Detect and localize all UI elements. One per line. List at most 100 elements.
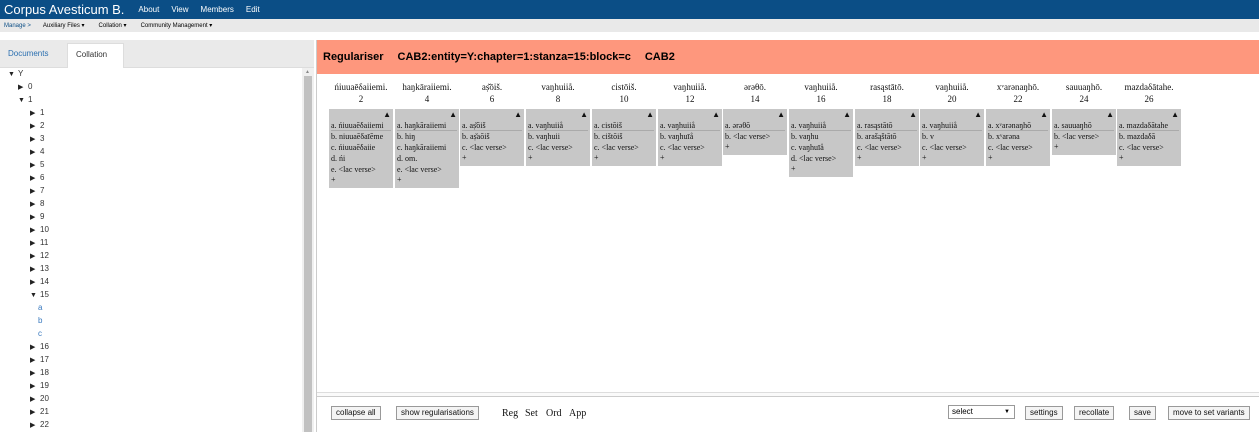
tree-node-label[interactable]: 11	[40, 238, 48, 247]
tree-node-label[interactable]: 2	[40, 121, 44, 130]
nav-members[interactable]: Members	[195, 5, 240, 14]
tree-scrollbar[interactable]: ▲	[302, 68, 314, 432]
link-app[interactable]: App	[569, 408, 586, 419]
add-reading-icon[interactable]: +	[594, 153, 654, 163]
menu-collation[interactable]: Collation ▾	[92, 22, 134, 29]
triangle-up-icon[interactable]: ▲	[660, 110, 720, 120]
reading-box[interactable]: ▲ a. vaŋhuiiå b. v c. <lac verse> +	[920, 109, 984, 166]
tree-chapter-15[interactable]: ▼ 15	[30, 288, 49, 301]
reading-item[interactable]: b. xᵛarəna	[988, 131, 1048, 142]
reading-box[interactable]: ▲ a. aṣ̌ōiš b. aṣ̌aōiš c. <lac verse> +	[460, 109, 524, 166]
caret-right-icon[interactable]: ▶	[30, 419, 40, 432]
tree-node-label[interactable]: 19	[40, 381, 49, 390]
tree-chapter-16[interactable]: ▶ 16	[30, 340, 49, 353]
tree-node-label[interactable]: c	[38, 329, 42, 338]
reading-item[interactable]: c. <lac verse>	[594, 142, 654, 153]
link-ord[interactable]: Ord	[546, 408, 562, 419]
scroll-up-icon[interactable]: ▲	[305, 69, 310, 75]
reading-item[interactable]: d. <lac verse>	[791, 153, 851, 164]
reading-box[interactable]: ▲ a. cistōiš b. cištōiš c. <lac verse> +	[592, 109, 656, 166]
reading-item[interactable]: c. ńiuuaēδaiie	[331, 142, 391, 153]
reading-item[interactable]: b. vaŋhu	[791, 131, 851, 142]
tree-chapter-7[interactable]: ▶ 7	[30, 184, 44, 197]
menu-community-management[interactable]: Community Management ▾	[134, 22, 220, 29]
triangle-up-icon[interactable]: ▲	[988, 110, 1048, 120]
reading-item[interactable]: e. <lac verse>	[331, 164, 391, 175]
reading-item[interactable]: b. cištōiš	[594, 131, 654, 142]
reading-item[interactable]: a. cistōiš	[594, 120, 654, 131]
reading-item[interactable]: b. v	[922, 131, 982, 142]
triangle-up-icon[interactable]: ▲	[725, 110, 785, 120]
nav-about[interactable]: About	[132, 5, 165, 14]
reading-item[interactable]: b. vaŋhuīå	[660, 131, 720, 142]
reading-item[interactable]: a. haŋkāraiiemi	[397, 120, 457, 131]
tree-node-label[interactable]: 12	[40, 251, 49, 260]
add-reading-icon[interactable]: +	[528, 153, 588, 163]
manage-breadcrumb[interactable]: Manage >	[0, 23, 36, 29]
tree-chapter-12[interactable]: ▶ 12	[30, 249, 49, 262]
reading-item[interactable]: a. vaŋhuiiå	[528, 120, 588, 131]
tree-chapter-10[interactable]: ▶ 10	[30, 223, 49, 236]
nav-view[interactable]: View	[165, 5, 194, 14]
reading-item[interactable]: a. sauuaŋhō	[1054, 120, 1114, 131]
reading-item[interactable]: d. om.	[397, 153, 457, 164]
tree-chapter-9[interactable]: ▶ 9	[30, 210, 44, 223]
tree-node-0[interactable]: ▶ 0	[18, 80, 32, 93]
reading-item[interactable]: a. vaŋhuiiå	[660, 120, 720, 131]
tree-node-label[interactable]: 22	[40, 420, 49, 429]
reading-item[interactable]: b. vaŋhuii	[528, 131, 588, 142]
reading-item[interactable]: c. <lac verse>	[1119, 142, 1179, 153]
nav-edit[interactable]: Edit	[240, 5, 266, 14]
tree-chapter-14[interactable]: ▶ 14	[30, 275, 49, 288]
tree-chapter-2[interactable]: ▶ 2	[30, 119, 44, 132]
tree-node-label[interactable]: 1	[40, 108, 44, 117]
add-reading-icon[interactable]: +	[397, 175, 457, 185]
reading-item[interactable]: c. <lac verse>	[462, 142, 522, 153]
link-reg[interactable]: Reg	[502, 408, 518, 419]
reading-item[interactable]: b. arašąštātō	[857, 131, 917, 142]
reading-item[interactable]: b. <lac verse>	[725, 131, 785, 142]
add-reading-icon[interactable]: +	[725, 142, 785, 152]
save-button[interactable]: save	[1129, 406, 1156, 420]
triangle-up-icon[interactable]: ▲	[857, 110, 917, 120]
reading-item[interactable]: c. haŋkāraiiemi	[397, 142, 457, 153]
reading-item[interactable]: b. aṣ̌aōiš	[462, 131, 522, 142]
reading-item[interactable]: a. aṣ̌ōiš	[462, 120, 522, 131]
tree-node-label[interactable]: b	[38, 316, 42, 325]
tree-chapter-19[interactable]: ▶ 19	[30, 379, 49, 392]
tree-chapter-4[interactable]: ▶ 4	[30, 145, 44, 158]
reading-box[interactable]: ▲ a. vaŋhuiiå b. vaŋhu c. vaŋhuīå d. <lac ve…	[789, 109, 853, 177]
reading-item[interactable]: a. mazdaδātahe	[1119, 120, 1179, 131]
triangle-up-icon[interactable]: ▲	[528, 110, 588, 120]
tree-chapter-13[interactable]: ▶ 13	[30, 262, 49, 275]
triangle-up-icon[interactable]: ▲	[1054, 110, 1114, 120]
tree-node-label[interactable]: 1	[28, 95, 32, 104]
recollate-button[interactable]: recollate	[1074, 406, 1115, 420]
tree-chapter-6[interactable]: ▶ 6	[30, 171, 44, 184]
reading-item[interactable]: b. mazdaδā	[1119, 131, 1179, 142]
brand-link[interactable]: Corpus Avesticum B.	[0, 0, 133, 19]
add-reading-icon[interactable]: +	[922, 153, 982, 163]
triangle-up-icon[interactable]: ▲	[594, 110, 654, 120]
add-reading-icon[interactable]: +	[660, 153, 720, 163]
reading-item[interactable]: a. ńiuuaēδaiiemi	[331, 120, 391, 131]
reading-box[interactable]: ▲ a. vaŋhuiiå b. vaŋhuīå c. <lac verse> +	[658, 109, 722, 166]
link-set[interactable]: Set	[525, 408, 538, 419]
menu-auxiliary-files[interactable]: Auxiliary Files ▾	[36, 22, 92, 29]
tree-node-label[interactable]: 17	[40, 355, 49, 364]
reading-item[interactable]: c. <lac verse>	[922, 142, 982, 153]
tree-node-label[interactable]: 15	[40, 290, 49, 299]
add-reading-icon[interactable]: +	[988, 153, 1048, 163]
reading-item[interactable]: c. <lac verse>	[988, 142, 1048, 153]
reading-item[interactable]: d. ńi	[331, 153, 391, 164]
reading-box[interactable]: ▲ a. sauuaŋhō b. <lac verse> +	[1052, 109, 1116, 155]
scrollbar-thumb[interactable]	[304, 76, 312, 432]
move-to-set-variants-button[interactable]: move to set variants	[1168, 406, 1250, 420]
tree-chapter-11[interactable]: ▶ 11	[30, 236, 48, 249]
tree-chapter-8[interactable]: ▶ 8	[30, 197, 44, 210]
tree-node-label[interactable]: a	[38, 303, 42, 312]
reading-item[interactable]: a. vaŋhuiiå	[922, 120, 982, 131]
tree-node-label[interactable]: 13	[40, 264, 49, 273]
reading-item[interactable]: b. <lac verse>	[1054, 131, 1114, 142]
tree-node-label[interactable]: 21	[40, 407, 49, 416]
